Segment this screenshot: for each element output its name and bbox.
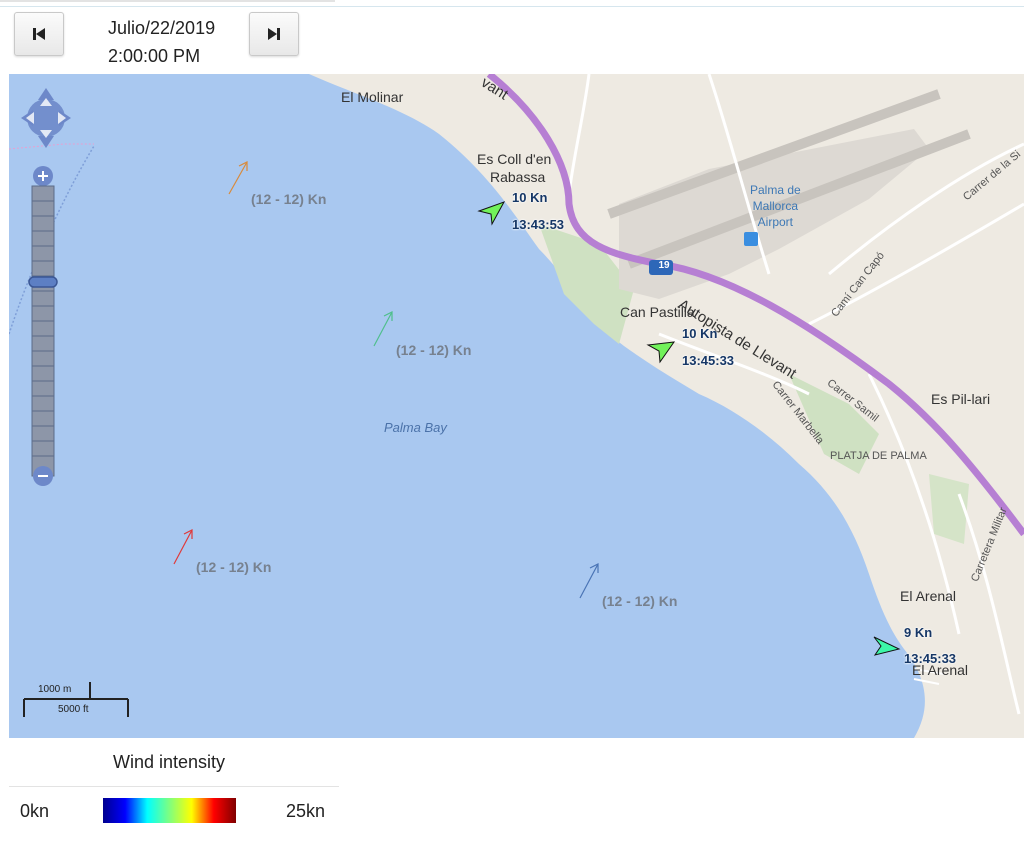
buoy-marker-3[interactable] xyxy=(873,636,901,656)
wind-arrow-3[interactable] xyxy=(173,529,193,565)
map-view[interactable]: El Molinar Es Coll d'en Rabassa Can Past… xyxy=(9,74,1024,738)
buoy-time: 13:45:33 xyxy=(904,651,957,666)
legend-min: 0kn xyxy=(20,801,50,821)
wind-arrow-4[interactable] xyxy=(579,563,599,599)
wind-label: (12 - 12) Kn xyxy=(602,593,678,609)
top-line xyxy=(0,6,1024,7)
scale-metric: 1000 m xyxy=(38,684,72,695)
skip-forward-icon xyxy=(268,28,280,40)
scale-imperial: 5000 ft xyxy=(58,704,89,715)
legend-max: 25kn xyxy=(286,801,326,821)
wind-arrow-2[interactable] xyxy=(373,311,393,347)
buoy-speed: 10 Kn xyxy=(512,190,548,205)
date-display: Julio/22/2019 2:00:00 PM xyxy=(108,14,215,70)
previous-button[interactable] xyxy=(14,12,64,56)
time-text: 2:00:00 PM xyxy=(108,46,201,66)
buoy-speed: 10 Kn xyxy=(682,326,718,341)
buoy-speed: 9 Kn xyxy=(904,625,933,640)
date-text: Julio/22/2019 xyxy=(108,18,216,38)
zoom-slider-handle[interactable] xyxy=(28,276,58,288)
buoy-marker-2[interactable] xyxy=(646,341,676,364)
pan-control-icon[interactable] xyxy=(21,88,71,148)
skip-back-icon xyxy=(33,28,45,40)
zoom-in-icon[interactable] xyxy=(33,166,53,186)
legend-divider xyxy=(9,786,339,787)
zoom-out-icon[interactable] xyxy=(33,466,53,486)
wind-label: (12 - 12) Kn xyxy=(396,342,472,358)
wind-arrow-1[interactable] xyxy=(228,161,248,195)
legend-title: Wind intensity xyxy=(113,752,226,772)
scale-bar: 1000 m 5000 ft xyxy=(23,679,131,719)
buoy-marker-1[interactable] xyxy=(477,201,506,226)
top-divider xyxy=(0,0,335,2)
buoy-time: 13:45:33 xyxy=(682,353,735,368)
zoom-control[interactable] xyxy=(21,86,71,491)
legend-color-bar xyxy=(103,798,236,823)
wind-label: (12 - 12) Kn xyxy=(196,559,272,575)
buoy-time: 13:43:53 xyxy=(512,217,565,232)
next-button[interactable] xyxy=(249,12,299,56)
wind-arrows-layer xyxy=(173,161,901,656)
wind-label: (12 - 12) Kn xyxy=(251,191,327,207)
